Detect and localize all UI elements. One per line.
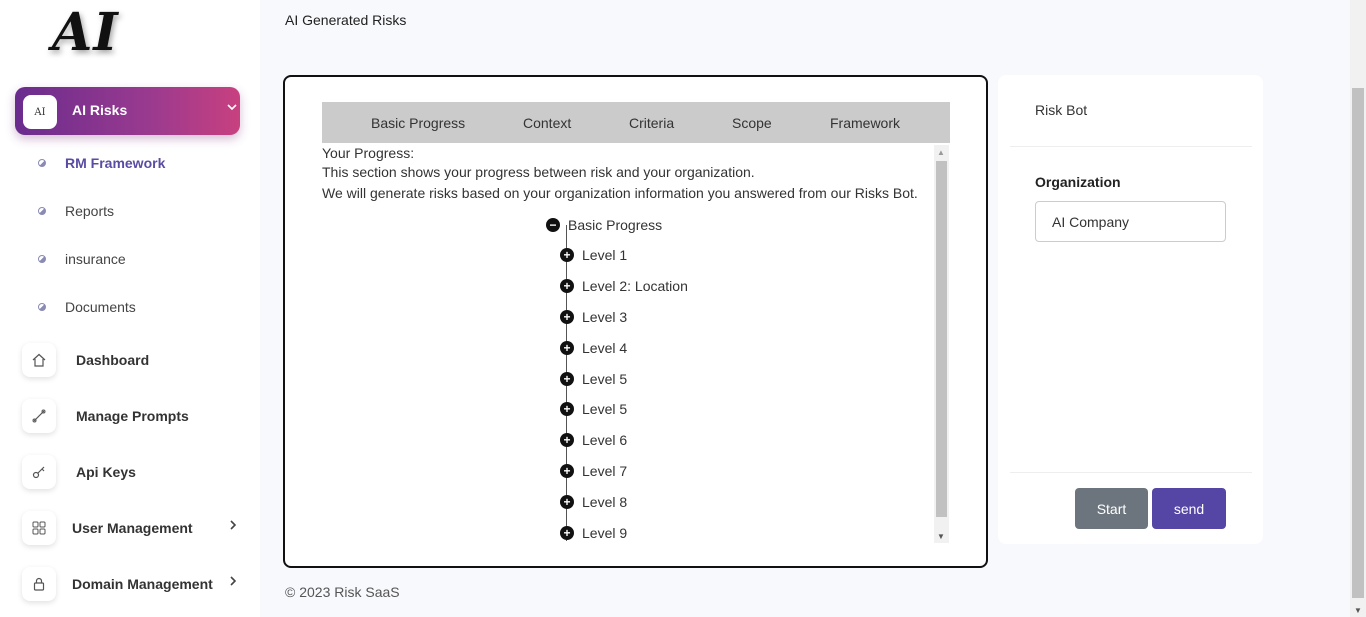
- bullet-icon: [38, 207, 46, 215]
- sidebar-item-label: Manage Prompts: [76, 408, 189, 424]
- collapse-icon[interactable]: −: [546, 218, 560, 232]
- tree-node[interactable]: + Level 3: [560, 309, 627, 325]
- sidebar-item-label: User Management: [72, 520, 193, 536]
- sidebar-group-label: AI Risks: [72, 102, 128, 118]
- scroll-down-icon[interactable]: ▼: [1354, 606, 1362, 615]
- progress-content[interactable]: Your Progress: This section shows your p…: [322, 145, 934, 541]
- footer-copyright: © 2023 Risk SaaS: [285, 584, 400, 600]
- tree-node-label: Level 7: [582, 463, 628, 479]
- tree-node-label: Level 4: [582, 340, 628, 356]
- tree-node[interactable]: + Level 9: [560, 525, 627, 541]
- chevron-right-icon: [228, 519, 238, 534]
- sidebar-item-label: Domain Management: [72, 576, 213, 592]
- tree-node-label: Level 9: [582, 525, 628, 541]
- scroll-up-icon[interactable]: ▲: [937, 148, 945, 157]
- sidebar-item-label: insurance: [65, 251, 126, 267]
- ai-badge-icon: AI: [23, 95, 57, 129]
- divider: [1010, 146, 1252, 147]
- tree-node-label: Level 5: [582, 401, 628, 417]
- tree-node[interactable]: + Level 7: [560, 463, 627, 479]
- chevron-right-icon: [228, 575, 238, 590]
- sidebar-item-label: RM Framework: [65, 155, 166, 171]
- sidebar-item-label: Documents: [65, 299, 136, 315]
- tab-context[interactable]: Context: [523, 115, 571, 131]
- organization-input[interactable]: [1035, 201, 1226, 242]
- tree-node[interactable]: + Level 2: Location: [560, 278, 688, 294]
- progress-description: This section shows your progress between…: [322, 164, 755, 180]
- tree-node[interactable]: + Level 5: [560, 371, 627, 387]
- scrollbar-thumb[interactable]: [1352, 88, 1364, 598]
- sidebar-item-label: Reports: [65, 203, 115, 219]
- tree-node[interactable]: + Level 6: [560, 432, 627, 448]
- divider: [1010, 472, 1252, 473]
- start-button[interactable]: Start: [1075, 488, 1148, 529]
- tree-node[interactable]: + Level 1: [560, 247, 627, 263]
- expand-icon[interactable]: +: [560, 464, 574, 478]
- sidebar-item-manage-prompts[interactable]: Manage Prompts: [22, 398, 242, 434]
- expand-icon[interactable]: +: [560, 402, 574, 416]
- sidebar-item-rm-framework[interactable]: RM Framework: [38, 155, 165, 171]
- risk-bot-title: Risk Bot: [1035, 102, 1088, 118]
- progress-panel: Basic Progress Context Criteria Scope Fr…: [283, 75, 988, 568]
- lock-icon: [22, 567, 56, 601]
- tree-node-root[interactable]: − Basic Progress: [546, 217, 662, 233]
- send-button[interactable]: send: [1152, 488, 1226, 529]
- tree-node-label: Level 3: [582, 309, 628, 325]
- risk-bot-panel: Risk Bot Organization Start send: [998, 75, 1263, 544]
- expand-icon[interactable]: +: [560, 495, 574, 509]
- expand-icon[interactable]: +: [560, 526, 574, 540]
- tree-node-label: Level 1: [582, 247, 628, 263]
- expand-icon[interactable]: +: [560, 248, 574, 262]
- tree-node[interactable]: + Level 8: [560, 494, 627, 510]
- sidebar-group-ai-risks[interactable]: AI AI Risks: [15, 87, 240, 135]
- tab-criteria[interactable]: Criteria: [629, 115, 674, 131]
- sidebar-item-dashboard[interactable]: Dashboard: [22, 342, 242, 378]
- sidebar-item-insurance[interactable]: insurance: [38, 251, 126, 267]
- window-scrollbar[interactable]: ▼: [1350, 0, 1366, 617]
- tree-node-label: Level 6: [582, 432, 628, 448]
- sidebar-item-user-management[interactable]: User Management: [22, 510, 242, 546]
- expand-icon[interactable]: +: [560, 372, 574, 386]
- tree-node-label: Level 2: Location: [582, 278, 688, 294]
- chevron-down-icon: [226, 100, 238, 116]
- scroll-down-icon[interactable]: ▼: [937, 532, 945, 541]
- expand-icon[interactable]: +: [560, 341, 574, 355]
- bullet-icon: [38, 159, 46, 167]
- expand-icon[interactable]: +: [560, 279, 574, 293]
- sidebar-item-label: Dashboard: [76, 352, 150, 368]
- tree-node-label: Level 5: [582, 371, 628, 387]
- scrollbar-thumb[interactable]: [936, 161, 947, 517]
- progress-heading: Your Progress:: [322, 145, 415, 161]
- tab-bar: Basic Progress Context Criteria Scope Fr…: [322, 102, 950, 143]
- sidebar-item-documents[interactable]: Documents: [38, 299, 136, 315]
- page-title: AI Generated Risks: [285, 12, 407, 28]
- grid-icon: [22, 511, 56, 545]
- sidebar-item-reports[interactable]: Reports: [38, 203, 114, 219]
- prompt-icon: [22, 399, 56, 433]
- sidebar-item-label: Api Keys: [76, 464, 136, 480]
- tab-scope[interactable]: Scope: [732, 115, 772, 131]
- organization-label: Organization: [1035, 174, 1121, 190]
- tree-node-label: Level 8: [582, 494, 628, 510]
- tree-node-label: Basic Progress: [568, 217, 663, 233]
- progress-description: We will generate risks based on your org…: [322, 185, 918, 201]
- key-icon: [22, 455, 56, 489]
- tree-node[interactable]: + Level 5: [560, 401, 627, 417]
- tab-framework[interactable]: Framework: [830, 115, 900, 131]
- logo: AI: [52, 2, 119, 63]
- tab-basic-progress[interactable]: Basic Progress: [371, 115, 465, 131]
- sidebar: AI AI AI Risks RM Framework Reports insu…: [0, 0, 260, 617]
- bullet-icon: [38, 303, 46, 311]
- sidebar-item-api-keys[interactable]: Api Keys: [22, 454, 242, 490]
- sidebar-item-domain-management[interactable]: Domain Management: [22, 566, 242, 602]
- expand-icon[interactable]: +: [560, 433, 574, 447]
- home-icon: [22, 343, 56, 377]
- tree-node[interactable]: + Level 4: [560, 340, 627, 356]
- content-scrollbar[interactable]: ▲ ▼: [934, 145, 949, 543]
- expand-icon[interactable]: +: [560, 310, 574, 324]
- bullet-icon: [38, 255, 46, 263]
